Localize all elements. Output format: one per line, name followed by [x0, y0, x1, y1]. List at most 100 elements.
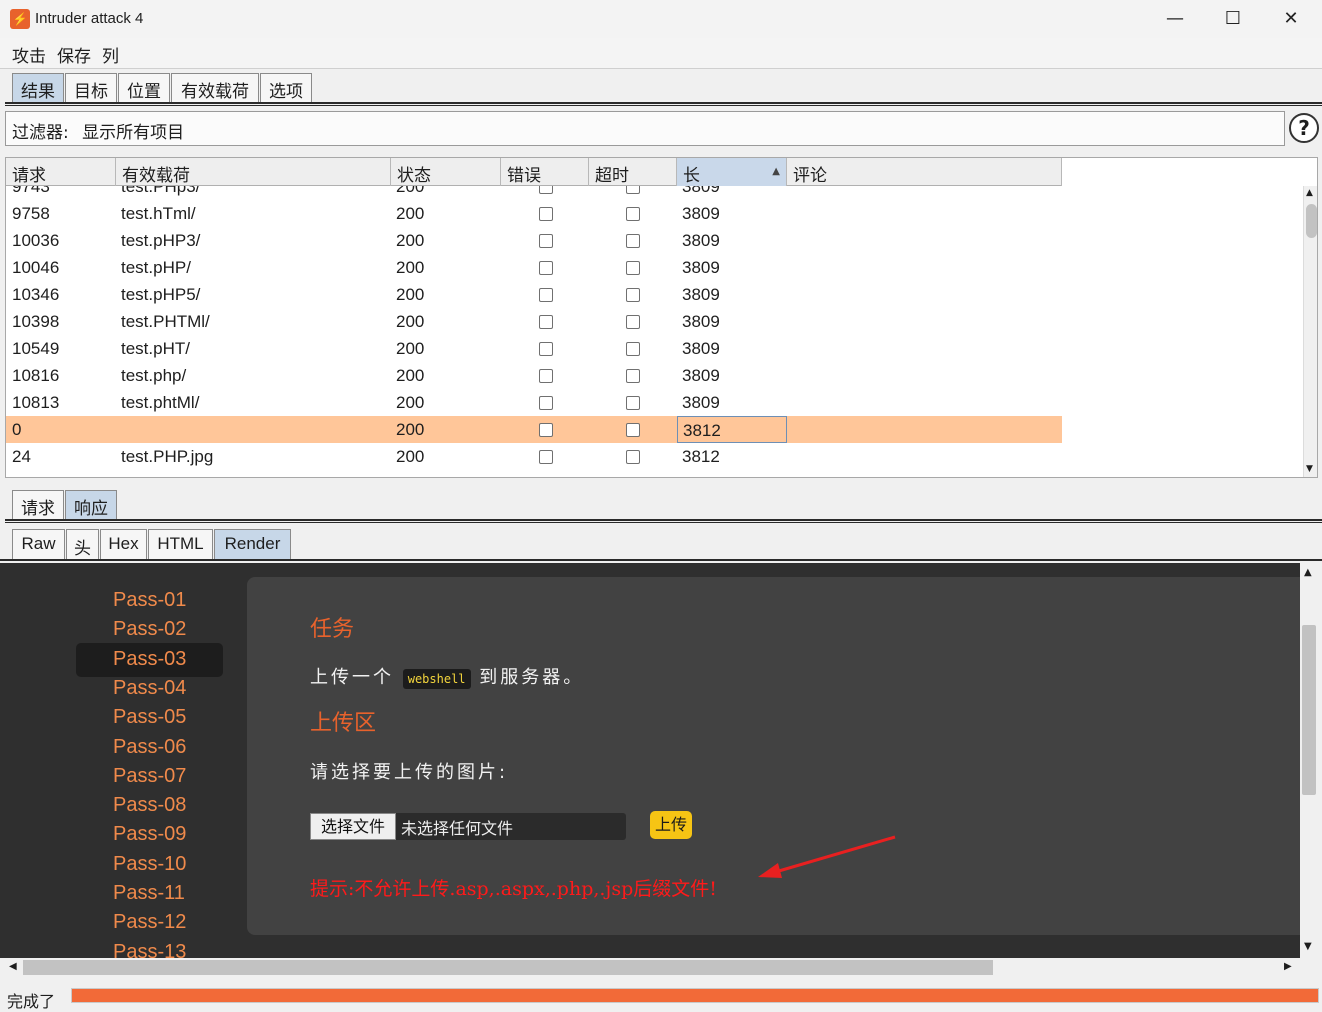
- error-checkbox[interactable]: [539, 396, 553, 410]
- render-hscroll-thumb[interactable]: [23, 960, 993, 975]
- timeout-checkbox[interactable]: [626, 186, 640, 194]
- timeout-checkbox[interactable]: [626, 396, 640, 410]
- col-error[interactable]: 错误: [501, 158, 589, 186]
- scroll-down-icon[interactable]: ▼: [1306, 464, 1313, 474]
- render-hscrollbar[interactable]: ◀ ▶: [5, 958, 1300, 977]
- pass-link[interactable]: Pass-12: [113, 911, 186, 934]
- menu-save[interactable]: 保存: [57, 42, 91, 67]
- col-length[interactable]: 长 ▲: [677, 158, 787, 186]
- cell-length: 3809: [682, 204, 720, 223]
- scroll-up-icon[interactable]: ▲: [1304, 567, 1312, 578]
- table-scrollbar[interactable]: ▲ ▼: [1303, 186, 1317, 477]
- table-row[interactable]: 10549 test.pHT/200 3809: [6, 335, 1062, 362]
- timeout-checkbox[interactable]: [626, 207, 640, 221]
- cell-length: 3809: [682, 366, 720, 385]
- col-comment[interactable]: 评论: [787, 158, 1062, 186]
- table-row[interactable]: 9758 test.hTml/200 3809: [6, 200, 1062, 227]
- tab-request[interactable]: 请求: [12, 490, 64, 519]
- pass-link[interactable]: Pass-07: [113, 765, 186, 788]
- cell-length: 3809: [682, 285, 720, 304]
- cell-request: 9758: [12, 204, 50, 223]
- error-checkbox[interactable]: [539, 369, 553, 383]
- col-timeout[interactable]: 超时: [589, 158, 677, 186]
- tab-payloads[interactable]: 有效载荷: [171, 73, 259, 102]
- error-checkbox[interactable]: [539, 477, 553, 478]
- filter-bar[interactable]: 过滤器: 显示所有项目: [5, 111, 1285, 146]
- maximize-icon[interactable]: ☐: [1204, 0, 1262, 38]
- tab-target[interactable]: 目标: [65, 73, 117, 102]
- col-payload[interactable]: 有效载荷: [116, 158, 391, 186]
- error-checkbox[interactable]: [539, 207, 553, 221]
- tab-options[interactable]: 选项: [260, 73, 312, 102]
- error-checkbox[interactable]: [539, 450, 553, 464]
- choose-file-button[interactable]: 选择文件: [310, 813, 396, 840]
- pass-link[interactable]: Pass-03: [113, 648, 186, 671]
- pass-link[interactable]: Pass-11: [113, 882, 185, 905]
- cell-length: 3809: [682, 312, 720, 331]
- cell-status: 200: [396, 312, 425, 331]
- upload-button[interactable]: 上传: [650, 811, 692, 839]
- pass-link[interactable]: Pass-09: [113, 823, 186, 846]
- table-row[interactable]: 10036 test.pHP3/200 3809: [6, 227, 1062, 254]
- error-checkbox[interactable]: [539, 186, 553, 194]
- table-row[interactable]: 10346 test.pHP5/200 3809: [6, 281, 1062, 308]
- error-checkbox[interactable]: [539, 423, 553, 437]
- pass-link[interactable]: Pass-02: [113, 618, 186, 641]
- pass-link[interactable]: Pass-01: [113, 589, 186, 612]
- cell-status: 200: [396, 474, 424, 477]
- cell-payload: test.phtMl/: [121, 393, 200, 412]
- error-checkbox[interactable]: [539, 315, 553, 329]
- view-tab-render[interactable]: Render: [214, 529, 291, 559]
- table-row[interactable]: 9743 test.PHp3/200 3809: [6, 186, 1062, 200]
- table-row[interactable]: 24 test.PHP.jpg 200 3812: [6, 443, 1062, 470]
- view-tab-hex[interactable]: Hex: [100, 529, 147, 559]
- menu-attack[interactable]: 攻击: [12, 42, 46, 67]
- view-tab-html[interactable]: HTML: [148, 529, 213, 559]
- table-row[interactable]: 10398 test.PHTMl/200 3809: [6, 308, 1062, 335]
- render-vscrollbar[interactable]: ▲ ▼: [1300, 563, 1318, 958]
- table-row[interactable]: 10813 test.phtMl/200 3809: [6, 389, 1062, 416]
- timeout-checkbox[interactable]: [626, 261, 640, 275]
- pass-link[interactable]: Pass-04: [113, 677, 186, 700]
- scroll-up-icon[interactable]: ▲: [1306, 188, 1313, 198]
- help-icon[interactable]: ?: [1289, 113, 1319, 143]
- pass-link[interactable]: Pass-13: [113, 941, 186, 958]
- pass-link[interactable]: Pass-08: [113, 794, 186, 817]
- col-request[interactable]: 请求: [6, 158, 116, 186]
- pass-link[interactable]: Pass-10: [113, 853, 186, 876]
- close-icon[interactable]: ✕: [1262, 0, 1320, 38]
- timeout-checkbox[interactable]: [626, 288, 640, 302]
- view-tab-raw[interactable]: Raw: [12, 529, 65, 559]
- tab-results[interactable]: 结果: [12, 73, 64, 102]
- tab-response[interactable]: 响应: [65, 490, 117, 519]
- col-status[interactable]: 状态: [391, 158, 501, 186]
- pass-link[interactable]: Pass-06: [113, 736, 186, 759]
- timeout-checkbox[interactable]: [626, 315, 640, 329]
- table-row[interactable]: 10046 test.pHP/200 3809: [6, 254, 1062, 281]
- pass-link[interactable]: Pass-05: [113, 706, 186, 729]
- timeout-checkbox[interactable]: [626, 234, 640, 248]
- scroll-left-icon[interactable]: ◀: [9, 961, 17, 972]
- error-checkbox[interactable]: [539, 261, 553, 275]
- scroll-down-icon[interactable]: ▼: [1304, 941, 1312, 952]
- view-tab-headers[interactable]: 头: [66, 529, 99, 559]
- scroll-right-icon[interactable]: ▶: [1284, 961, 1292, 972]
- error-checkbox[interactable]: [539, 288, 553, 302]
- cell-status: 200: [396, 186, 425, 196]
- error-checkbox[interactable]: [539, 234, 553, 248]
- table-row[interactable]: 0 200 3812: [6, 416, 1062, 443]
- menu-columns[interactable]: 列: [102, 42, 119, 67]
- table-row[interactable]: 10816 test.php/200 3809: [6, 362, 1062, 389]
- timeout-checkbox[interactable]: [626, 477, 640, 478]
- timeout-checkbox[interactable]: [626, 342, 640, 356]
- timeout-checkbox[interactable]: [626, 423, 640, 437]
- timeout-checkbox[interactable]: [626, 450, 640, 464]
- table-row[interactable]: 22 test.pHP3.jpg 200 3812: [6, 470, 1062, 478]
- table-scroll-thumb[interactable]: [1306, 204, 1317, 238]
- file-status: 未选择任何文件: [401, 819, 514, 838]
- error-checkbox[interactable]: [539, 342, 553, 356]
- tab-positions[interactable]: 位置: [118, 73, 170, 102]
- minimize-icon[interactable]: —: [1146, 0, 1204, 38]
- timeout-checkbox[interactable]: [626, 369, 640, 383]
- render-vscroll-thumb[interactable]: [1302, 625, 1316, 795]
